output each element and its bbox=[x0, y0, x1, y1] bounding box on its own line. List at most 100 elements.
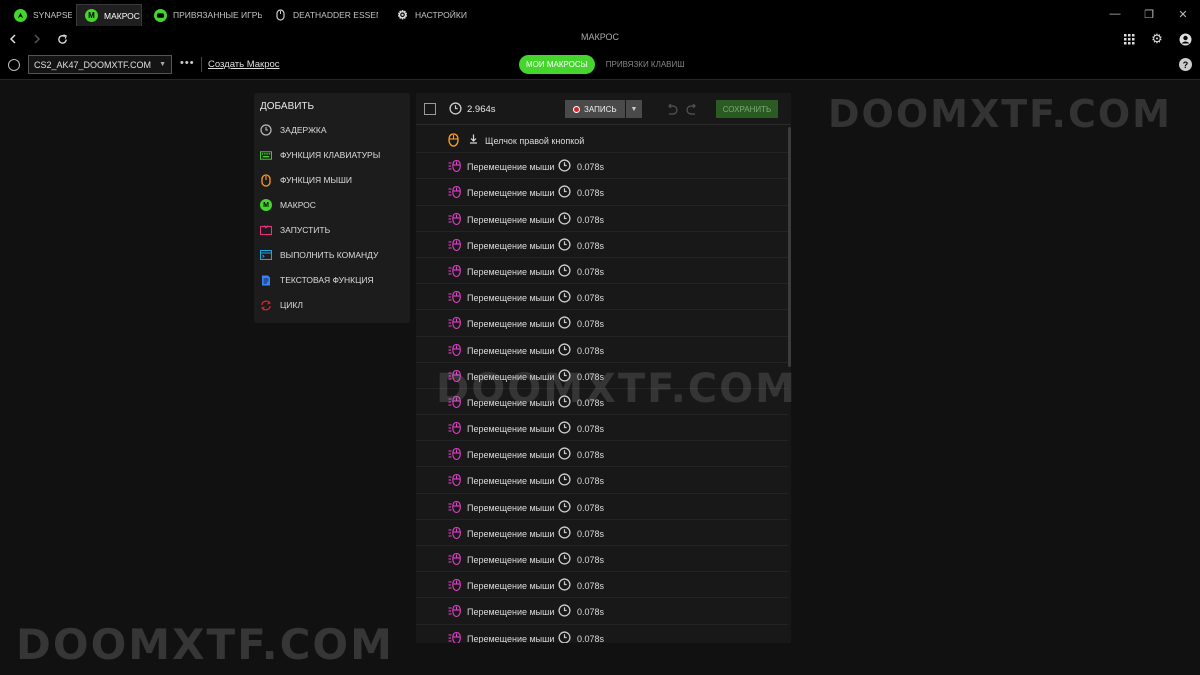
redo-icon bbox=[686, 103, 696, 115]
keyboard-icon bbox=[260, 149, 272, 161]
tab-deathadder[interactable]: DEATHADDER ESSENTIAL bbox=[266, 4, 378, 26]
macro-event-row[interactable]: Перемещение мыши 0.078s bbox=[416, 546, 788, 573]
macro-event-row[interactable]: Перемещение мыши 0.078s bbox=[416, 258, 788, 285]
create-macro-link[interactable]: Создать Макрос bbox=[208, 59, 280, 70]
macro-event-duration: 0.078s bbox=[577, 214, 605, 225]
macro-event-row[interactable]: Перемещение мыши 0.078s bbox=[416, 179, 788, 206]
macro-event-duration: 0.078s bbox=[577, 502, 605, 513]
add-item-label: ВЫПОЛНИТЬ КОМАНДУ bbox=[280, 250, 379, 260]
macro-event-duration: 0.078s bbox=[577, 319, 605, 330]
grid-icon bbox=[1123, 33, 1134, 44]
macro-event-row[interactable]: Перемещение мыши 0.078s bbox=[416, 284, 788, 311]
save-button[interactable]: СОХРАНИТЬ bbox=[716, 100, 778, 118]
close-button[interactable]: ✕ bbox=[1166, 0, 1200, 28]
clock-icon bbox=[558, 578, 571, 593]
macro-event-row[interactable]: Перемещение мыши 0.078s bbox=[416, 520, 788, 546]
macro-event-duration: 0.078s bbox=[577, 476, 605, 487]
macro-event-label: Перемещение мыши bbox=[467, 528, 555, 539]
add-panel: ДОБАВИТЬ ЗАДЕРЖКА ФУНКЦИЯ КЛАВИАТУРЫ ФУН… bbox=[254, 93, 410, 323]
macro-event-duration: 0.078s bbox=[577, 581, 605, 592]
divider bbox=[201, 57, 202, 72]
redo-button[interactable] bbox=[686, 102, 699, 120]
add-item-label: МАКРОС bbox=[280, 200, 316, 210]
macro-event-label: Перемещение мыши bbox=[467, 633, 555, 643]
add-text-item[interactable]: ТЕКСТОВАЯ ФУНКЦИЯ bbox=[260, 273, 374, 287]
watermark: DOOMXTF.COM bbox=[436, 366, 797, 412]
clock-icon bbox=[558, 342, 571, 358]
macro-event-duration: 0.078s bbox=[577, 162, 605, 173]
macro-event-row[interactable]: Перемещение мыши 0.078s bbox=[416, 310, 788, 337]
record-options-dropdown[interactable]: ▼ bbox=[626, 100, 642, 118]
clock-icon bbox=[558, 421, 571, 436]
tab-key-bindings[interactable]: ПРИВЯЗКИ КЛАВИШ bbox=[599, 55, 692, 74]
add-item-label: ФУНКЦИЯ МЫШИ bbox=[280, 175, 352, 185]
macro-event-label: Перемещение мыши bbox=[467, 450, 555, 461]
macro-event-row[interactable]: Перемещение мыши 0.078s bbox=[416, 337, 788, 363]
clock-icon bbox=[558, 185, 571, 200]
macro-event-row[interactable]: Перемещение мыши 0.078s bbox=[416, 415, 788, 442]
clock-icon bbox=[558, 500, 571, 515]
chevron-down-icon: ▼ bbox=[630, 105, 638, 113]
macro-event-duration: 0.078s bbox=[577, 240, 605, 251]
tab-synapse[interactable]: SYNAPSE bbox=[6, 4, 72, 26]
razer-snake-icon bbox=[14, 8, 27, 22]
macro-event-row[interactable]: Перемещение мыши 0.078s bbox=[416, 572, 788, 599]
add-keyboard-item[interactable]: ФУНКЦИЯ КЛАВИАТУРЫ bbox=[260, 148, 380, 162]
macro-event-row[interactable]: Перемещение мыши 0.078s bbox=[416, 232, 788, 258]
macro-toolbar: 2.964s ЗАПИСЬ ▼ СОХРАНИТЬ bbox=[416, 93, 791, 125]
account-button[interactable] bbox=[1176, 30, 1194, 48]
add-launch-item[interactable]: ЗАПУСТИТЬ bbox=[260, 223, 330, 237]
gamepad-icon bbox=[154, 8, 167, 22]
view-toggle: МОИ МАКРОСЫ ПРИВЯЗКИ КЛАВИШ bbox=[519, 55, 692, 74]
clock-icon bbox=[558, 290, 571, 305]
total-duration: 2.964s bbox=[467, 104, 496, 115]
macro-event-row[interactable]: Перемещение мыши 0.078s bbox=[416, 625, 788, 643]
undo-button[interactable] bbox=[665, 102, 678, 120]
add-item-label: ТЕКСТОВАЯ ФУНКЦИЯ bbox=[280, 275, 374, 285]
gear-icon: ⚙ bbox=[1151, 31, 1163, 46]
scrollbar[interactable] bbox=[788, 127, 791, 367]
profile-bar: CS2_AK47_DOOMXTF.COM ▼ ••• Создать Макро… bbox=[0, 50, 1200, 80]
add-run-command-item[interactable]: ВЫПОЛНИТЬ КОМАНДУ bbox=[260, 248, 378, 262]
tab-settings[interactable]: ⚙ НАСТРОЙКИ bbox=[388, 4, 468, 26]
tab-linked-games[interactable]: ПРИВЯЗАННЫЕ ИГРЫ bbox=[146, 4, 262, 26]
add-delay-item[interactable]: ЗАДЕРЖКА bbox=[260, 123, 327, 137]
macro-m-icon: M bbox=[260, 199, 272, 211]
loop-icon bbox=[260, 299, 272, 311]
add-loop-item[interactable]: ЦИКЛ bbox=[260, 298, 303, 312]
macro-event-duration: 0.078s bbox=[577, 555, 605, 565]
clock-icon bbox=[558, 159, 571, 174]
macro-profile-select[interactable]: CS2_AK47_DOOMXTF.COM ▼ bbox=[28, 55, 172, 74]
minimize-button[interactable]: — bbox=[1098, 0, 1132, 28]
tab-my-macros[interactable]: МОИ МАКРОСЫ bbox=[519, 55, 595, 74]
macro-event-row[interactable]: Перемещение мыши 0.078s bbox=[416, 598, 788, 625]
add-mouse-item[interactable]: ФУНКЦИЯ МЫШИ bbox=[260, 173, 352, 187]
macro-event-row[interactable]: Перемещение мыши 0.078s bbox=[416, 206, 788, 232]
watermark: DOOMXTF.COM bbox=[828, 92, 1172, 136]
record-button[interactable]: ЗАПИСЬ bbox=[565, 100, 625, 118]
mouse-icon bbox=[448, 133, 459, 149]
download-arrow-icon bbox=[469, 134, 478, 146]
clock-icon bbox=[558, 211, 571, 227]
mouse-move-icon bbox=[448, 159, 462, 175]
macro-event-row[interactable]: Перемещение мыши 0.078s bbox=[416, 441, 788, 468]
more-options-button[interactable]: ••• bbox=[180, 57, 195, 69]
settings-button[interactable]: ⚙ bbox=[1148, 30, 1166, 48]
add-macro-item[interactable]: M МАКРОС bbox=[260, 198, 316, 212]
macro-event-row[interactable]: Перемещение мыши 0.078s bbox=[416, 494, 788, 520]
macro-event-row[interactable]: Щелчок правой кнопкой bbox=[416, 127, 788, 154]
mouse-move-icon bbox=[448, 316, 462, 332]
profile-icon bbox=[8, 59, 20, 71]
help-icon[interactable]: ? bbox=[1179, 58, 1192, 71]
macro-event-row[interactable]: Перемещение мыши 0.078s bbox=[416, 467, 788, 494]
apps-grid-button[interactable] bbox=[1120, 30, 1138, 48]
restore-button[interactable]: ❐ bbox=[1132, 0, 1166, 28]
tab-macro[interactable]: M МАКРОС bbox=[76, 4, 142, 26]
mouse-move-icon bbox=[448, 212, 462, 228]
watermark: DOOMXTF.COM bbox=[16, 620, 394, 669]
macro-event-label: Щелчок правой кнопкой bbox=[485, 136, 585, 146]
select-all-checkbox[interactable] bbox=[424, 103, 436, 115]
macro-event-row[interactable]: Перемещение мыши 0.078s bbox=[416, 153, 788, 180]
macro-event-label: Перемещение мыши bbox=[467, 162, 555, 173]
clock-icon bbox=[558, 604, 571, 619]
